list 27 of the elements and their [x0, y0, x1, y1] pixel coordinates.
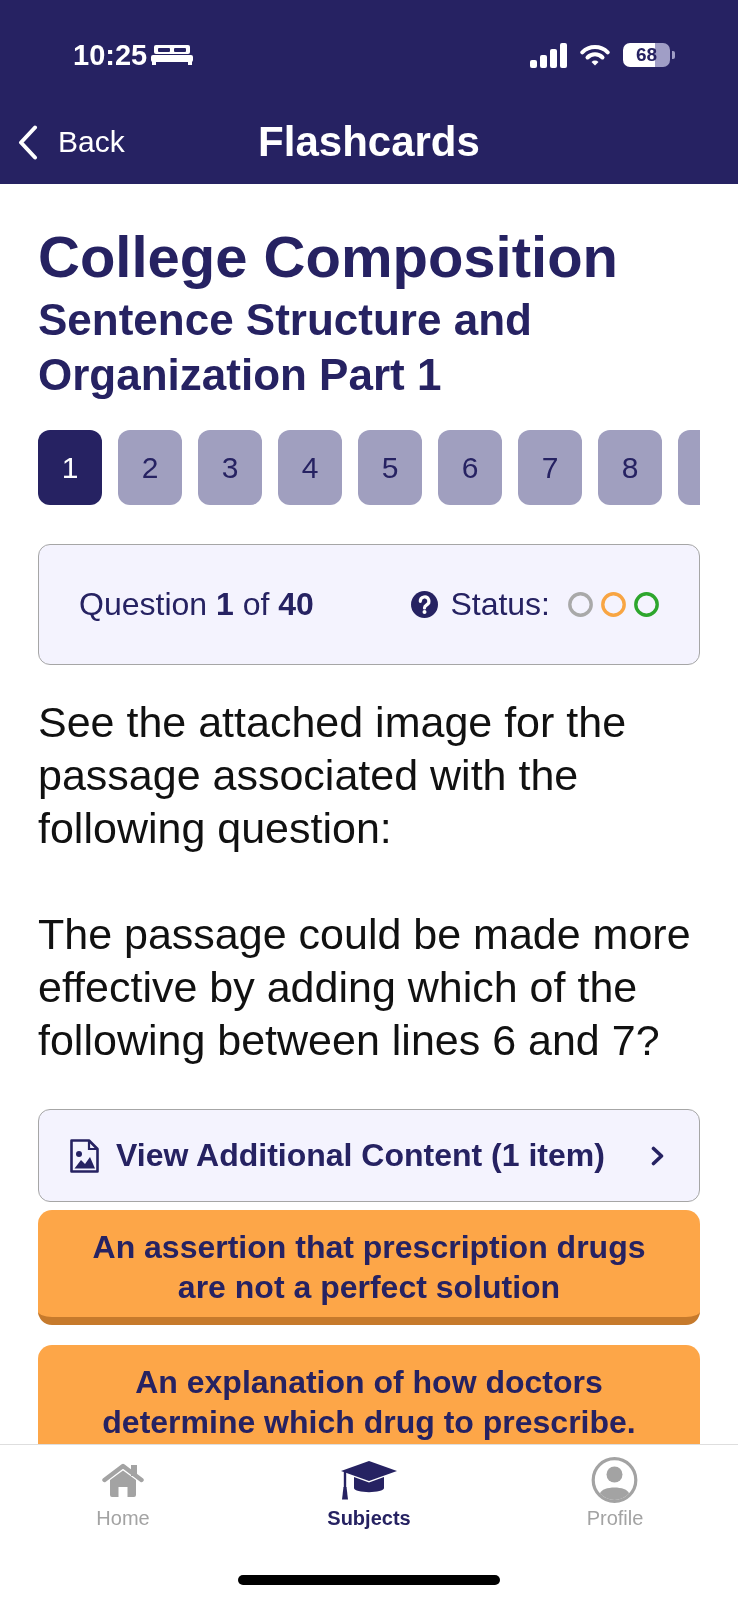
- question-paragraph: See the attached image for the passage associated with the following question:: [38, 697, 628, 854]
- question-counter: Question 1 of 40: [79, 586, 314, 623]
- back-button[interactable]: Back: [18, 124, 125, 160]
- question-number-tab[interactable]: 4: [278, 430, 342, 505]
- battery-indicator: 68: [623, 43, 675, 67]
- status-time: 10:25: [73, 38, 148, 72]
- question-number-tab[interactable]: 3: [198, 430, 262, 505]
- question-number-tab[interactable]: 7: [518, 430, 582, 505]
- graduation-cap-icon: [340, 1460, 398, 1500]
- question-number-tab[interactable]: 2: [118, 430, 182, 505]
- status-label: Status:: [450, 586, 550, 623]
- user-icon: [591, 1457, 639, 1503]
- screen-title: Flashcards: [258, 118, 480, 166]
- wifi-icon: [580, 44, 610, 66]
- question-number-tab[interactable]: 6: [438, 430, 502, 505]
- question-number-tab[interactable]: 1: [38, 430, 102, 505]
- help-icon[interactable]: [411, 591, 439, 618]
- question-number-tab[interactable]: 5: [358, 430, 422, 505]
- section-subtitle: Sentence Structure and Organization Part 1: [38, 294, 533, 401]
- home-icon: [102, 1463, 144, 1497]
- question-paragraph: The passage could be made more effective by adding which of the following between lines 6 and 7?: [38, 909, 692, 1066]
- question-number-tab[interactable]: 8: [598, 430, 662, 505]
- tab-item[interactable]: Subjects: [327, 1445, 411, 1530]
- course-title: College Composition: [38, 224, 619, 290]
- bed-icon: [151, 45, 194, 65]
- chevron-left-icon: [18, 124, 38, 160]
- signal-icon: [530, 42, 567, 68]
